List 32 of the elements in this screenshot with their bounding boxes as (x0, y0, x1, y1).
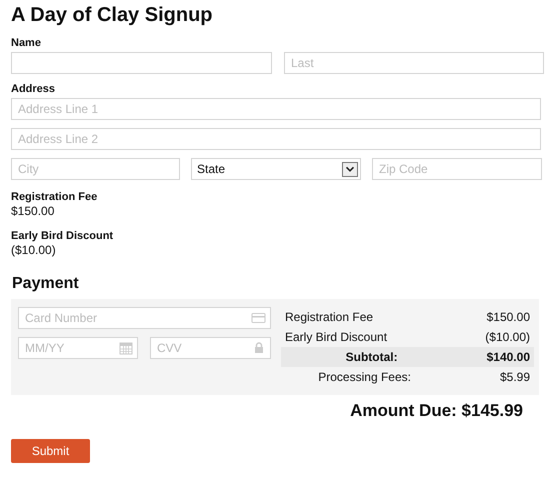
last-name-field[interactable]: Last (284, 52, 544, 74)
summary-amount: $150.00 (486, 310, 530, 324)
summary-label: Early Bird Discount (285, 330, 388, 344)
card-number-field[interactable]: Card Number (18, 307, 271, 329)
lock-icon (252, 341, 266, 355)
amount-due: Amount Due: $145.99 (350, 401, 523, 421)
fee-label: Registration Fee (11, 190, 98, 204)
calendar-icon (119, 341, 133, 355)
summary-label: Registration Fee (285, 310, 374, 324)
first-name-field[interactable] (11, 52, 272, 74)
credit-card-icon (251, 311, 266, 325)
state-select[interactable]: State (191, 158, 361, 180)
summary-label: Processing Fees: (317, 370, 412, 384)
summary-amount: ($10.00) (485, 330, 530, 344)
submit-button[interactable]: Submit (11, 439, 90, 463)
summary-label: Subtotal: (344, 350, 399, 364)
cvv-field[interactable]: CVV (150, 337, 271, 359)
name-label: Name (11, 36, 42, 50)
fee-label: Early Bird Discount (11, 229, 114, 243)
expiry-field[interactable]: MM/YY (18, 337, 138, 359)
fee-amount: ($10.00) (11, 243, 57, 257)
city-field[interactable]: City (11, 158, 180, 180)
address-label: Address (11, 82, 56, 96)
chevron-down-icon (342, 162, 358, 176)
summary-amount: $140.00 (486, 350, 530, 364)
payment-heading: Payment (12, 274, 80, 294)
fee-amount: $150.00 (11, 204, 56, 218)
page-title: A Day of Clay Signup (11, 3, 214, 27)
address-line-field[interactable]: Address Line 1 (11, 98, 541, 120)
zip-code-field[interactable]: Zip Code (372, 158, 542, 180)
summary-amount: $5.99 (500, 370, 530, 384)
address-line-field[interactable]: Address Line 2 (11, 128, 541, 150)
